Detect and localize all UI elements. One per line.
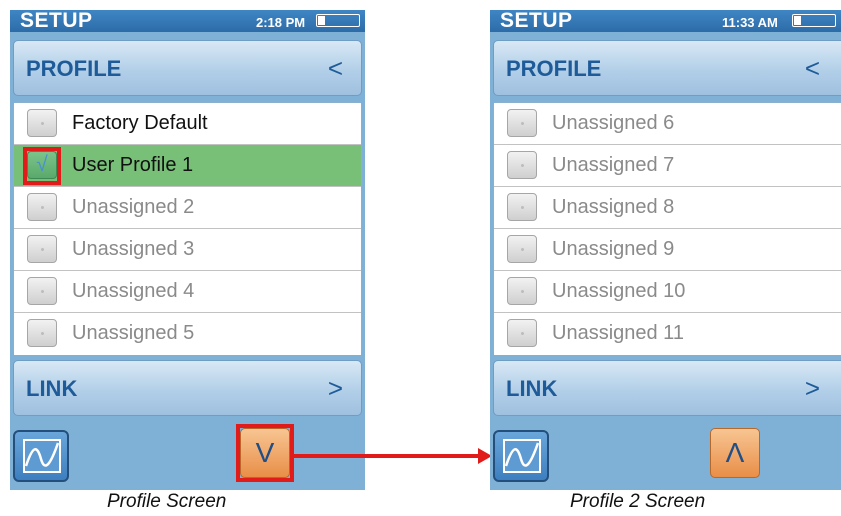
profile-bar-button[interactable]: PROFILE <	[493, 40, 841, 96]
profile-row-unassigned-7[interactable]: Unassigned 7	[494, 145, 841, 187]
profile-row-unassigned-6[interactable]: Unassigned 6	[494, 103, 841, 145]
profile-bar-label: PROFILE	[26, 56, 122, 81]
profile-row-unassigned-8[interactable]: Unassigned 8	[494, 187, 841, 229]
profile-row-label: Unassigned 7	[552, 154, 675, 176]
chevron-right-icon: >	[804, 373, 820, 403]
profile-checkbox[interactable]	[507, 235, 537, 263]
page-up-button[interactable]: Λ	[710, 428, 760, 478]
chevron-left-icon: <	[804, 53, 820, 83]
graph-icon	[23, 439, 61, 473]
profile-screen-caption: Profile Screen	[107, 491, 227, 512]
page-down-highlight-annotation	[236, 424, 294, 482]
profile-row-label: Unassigned 3	[72, 238, 195, 260]
profile-list: Unassigned 6 Unassigned 7 Unassigned 8 U…	[493, 102, 841, 355]
graph-button[interactable]	[493, 430, 549, 482]
profile-row-label: Unassigned 6	[552, 112, 675, 134]
profile-list: Factory Default √ User Profile 1 Unassig…	[13, 102, 362, 355]
profile-row-label: Unassigned 9	[552, 238, 675, 260]
profile-row-label: Unassigned 11	[552, 322, 684, 344]
status-bar: SETUP 11:33 AM	[490, 10, 841, 32]
profile-row-unassigned-5[interactable]: Unassigned 5	[14, 313, 361, 355]
status-time: 2:18 PM	[256, 15, 306, 30]
profile-checkbox[interactable]	[27, 319, 57, 347]
profile-bar-label: PROFILE	[506, 56, 602, 81]
status-time: 11:33 AM	[722, 15, 778, 30]
profile-row-unassigned-10[interactable]: Unassigned 10	[494, 271, 841, 313]
battery-icon	[316, 14, 360, 27]
link-bar-label: LINK	[506, 376, 558, 401]
link-bar-label: LINK	[26, 376, 78, 401]
status-bar: SETUP 2:18 PM	[10, 10, 365, 32]
profile-row-unassigned-11[interactable]: Unassigned 11	[494, 313, 841, 355]
profile-row-label: User Profile 1	[72, 154, 194, 176]
chevron-left-icon: <	[327, 53, 343, 83]
profile-row-label: Factory Default	[72, 112, 208, 134]
graph-icon	[503, 439, 541, 473]
status-title: SETUP	[500, 10, 573, 32]
profile-row-unassigned-3[interactable]: Unassigned 3	[14, 229, 361, 271]
chevron-right-icon: >	[327, 373, 343, 403]
connector-arrow-line	[294, 454, 484, 458]
profile-checkbox[interactable]	[507, 151, 537, 179]
profile-checkbox[interactable]	[27, 193, 57, 221]
profile-checkbox[interactable]	[507, 277, 537, 305]
profile-2-screen: SETUP 11:33 AM PROFILE < Unassigned 6 Un…	[490, 10, 841, 490]
profile-row-unassigned-9[interactable]: Unassigned 9	[494, 229, 841, 271]
profile-screen: SETUP 2:18 PM PROFILE < Factory Default …	[10, 10, 365, 490]
profile-checkbox[interactable]	[507, 319, 537, 347]
profile-bar-button[interactable]: PROFILE <	[13, 40, 362, 96]
profile-row-unassigned-4[interactable]: Unassigned 4	[14, 271, 361, 313]
profile-row-factory-default[interactable]: Factory Default	[14, 103, 361, 145]
profile-checkbox[interactable]	[27, 109, 57, 137]
profile-checkbox[interactable]	[507, 193, 537, 221]
profile-row-label: Unassigned 8	[552, 196, 675, 218]
profile-row-label: Unassigned 5	[72, 322, 195, 344]
link-bar-button[interactable]: LINK >	[493, 360, 841, 416]
profile-row-unassigned-2[interactable]: Unassigned 2	[14, 187, 361, 229]
profile-checkbox[interactable]	[27, 235, 57, 263]
graph-button[interactable]	[13, 430, 69, 482]
profile-2-screen-caption: Profile 2 Screen	[570, 491, 706, 512]
status-title: SETUP	[20, 10, 93, 32]
profile-checkbox[interactable]	[27, 277, 57, 305]
profile-row-label: Unassigned 10	[552, 280, 686, 302]
checkbox-highlight-annotation	[23, 147, 61, 185]
link-bar-button[interactable]: LINK >	[13, 360, 362, 416]
profile-row-user-profile-1[interactable]: √ User Profile 1	[14, 145, 361, 187]
profile-checkbox[interactable]	[507, 109, 537, 137]
profile-row-label: Unassigned 4	[72, 280, 195, 302]
battery-icon	[792, 14, 836, 27]
profile-row-label: Unassigned 2	[72, 196, 195, 218]
